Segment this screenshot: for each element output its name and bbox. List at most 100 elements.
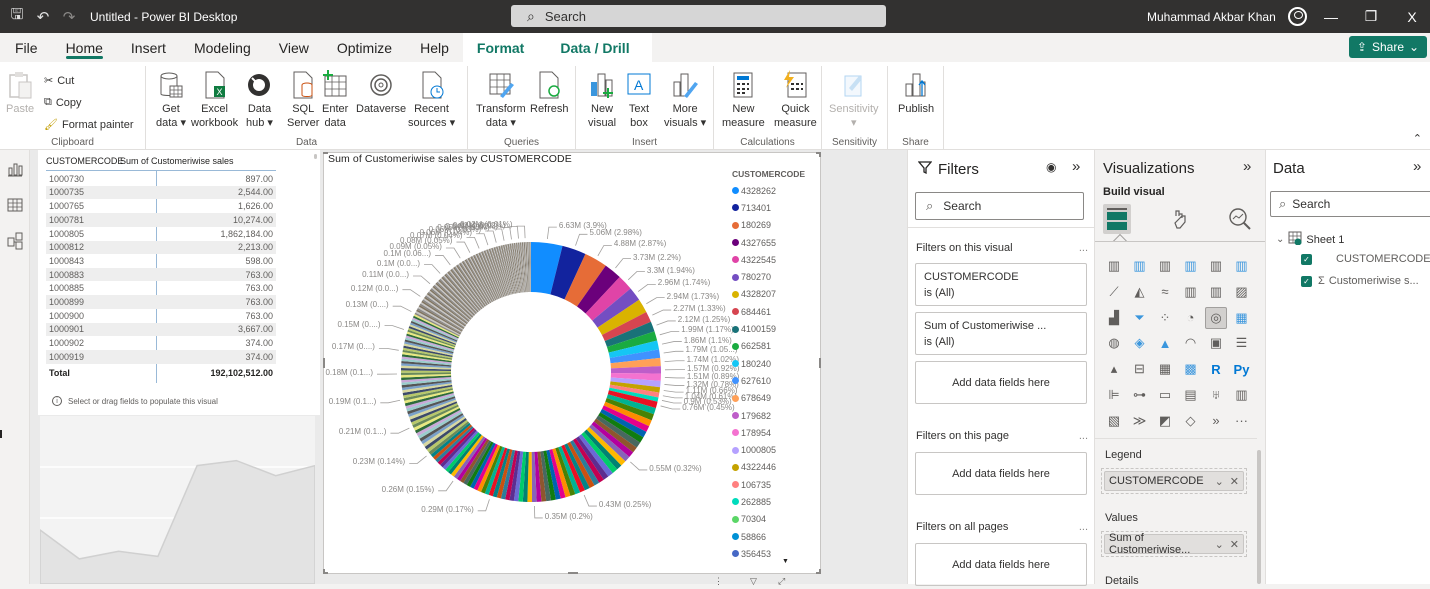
eye-icon[interactable]: ◉ bbox=[1046, 160, 1056, 174]
funnel-visual-icon[interactable]: ⏷ bbox=[1129, 307, 1151, 329]
legend-item[interactable]: 106735 bbox=[732, 476, 814, 493]
table-row[interactable]: 1000900763.00 bbox=[46, 309, 276, 323]
legend-item[interactable]: 180240 bbox=[732, 355, 814, 372]
ribbon-visual-icon[interactable]: ▨ bbox=[1231, 281, 1253, 303]
legend-scroll-down-icon[interactable]: ▼ bbox=[782, 558, 789, 565]
data-hub-button[interactable]: Datahub ▾ bbox=[246, 70, 273, 130]
legend-item[interactable]: 4322545 bbox=[732, 251, 814, 268]
tab-help[interactable]: Help bbox=[406, 33, 463, 62]
collapse-ribbon-icon[interactable]: ⌃ bbox=[1413, 132, 1422, 145]
transform-data-button[interactable]: Transformdata ▾ bbox=[476, 70, 526, 130]
slicer-visual-icon[interactable]: ⊟ bbox=[1129, 358, 1151, 380]
legend-item[interactable]: 70304 bbox=[732, 511, 814, 528]
gauge-visual-icon[interactable]: ◠ bbox=[1180, 332, 1202, 354]
report-view-icon[interactable] bbox=[6, 160, 24, 178]
column-header-customercode[interactable]: CUSTOMERCODE bbox=[46, 156, 120, 166]
legend-item[interactable]: 179682 bbox=[732, 407, 814, 424]
table-row[interactable]: 1000885763.00 bbox=[46, 282, 276, 296]
r-script-visual-icon[interactable]: R bbox=[1205, 358, 1227, 380]
tab-file[interactable]: File bbox=[0, 33, 52, 62]
resize-handle[interactable] bbox=[816, 152, 821, 157]
scatter-visual-icon[interactable]: ⁘ bbox=[1154, 307, 1176, 329]
table-row[interactable]: 1000902374.00 bbox=[46, 336, 276, 350]
line-visual-icon[interactable]: ⟋ bbox=[1103, 281, 1125, 303]
more-options-button[interactable]: ... bbox=[1079, 521, 1088, 533]
qa-visual-icon[interactable]: ▭ bbox=[1154, 384, 1176, 406]
share-button[interactable]: ⇪ Share ⌄ bbox=[1349, 36, 1427, 58]
copy-button[interactable]: ⧉Copy bbox=[44, 96, 82, 109]
refresh-button[interactable]: Refresh bbox=[530, 70, 569, 116]
values-field-pill[interactable]: Sum of Customeriwise...⌄✕ bbox=[1104, 534, 1244, 554]
save-icon[interactable]: 🖫 bbox=[4, 0, 30, 33]
focus-mode-icon[interactable]: ⤢ bbox=[778, 576, 785, 587]
paste-button[interactable]: Paste bbox=[6, 70, 34, 116]
table-row[interactable]: 10008122,213.00 bbox=[46, 241, 276, 255]
table-row[interactable]: 1000899763.00 bbox=[46, 295, 276, 309]
donut-chart-visual[interactable]: Sum of Customeriwise sales by CUSTOMERCO… bbox=[323, 152, 821, 574]
smart-narrative-visual-icon[interactable]: ▤ bbox=[1180, 384, 1202, 406]
analytics-tab-icon[interactable] bbox=[1228, 207, 1252, 236]
tab-insert[interactable]: Insert bbox=[117, 33, 180, 62]
power-apps-2-visual-icon[interactable]: ◇ bbox=[1180, 410, 1202, 432]
legend-item[interactable]: 627610 bbox=[732, 372, 814, 389]
publish-button[interactable]: Publish bbox=[898, 70, 934, 116]
key-influencers-visual-icon[interactable]: ⊫ bbox=[1103, 384, 1125, 406]
collapse-filters-icon[interactable]: » bbox=[1072, 158, 1080, 175]
table-visual[interactable]: CUSTOMERCODE Sum of Customeriwise sales … bbox=[38, 150, 320, 415]
goals-visual-icon[interactable]: ♅ bbox=[1205, 384, 1227, 406]
restore-button[interactable]: ❐ bbox=[1356, 0, 1386, 33]
sql-server-button[interactable]: SQLServer bbox=[287, 70, 319, 130]
more-options-button[interactable]: ... bbox=[1079, 430, 1088, 442]
multi-row-card-visual-icon[interactable]: ☰ bbox=[1231, 332, 1253, 354]
decomposition-tree-visual-icon[interactable]: ⊶ bbox=[1129, 384, 1151, 406]
excel-workbook-button[interactable]: X Excelworkbook bbox=[191, 70, 238, 130]
line-clustered-column-visual-icon[interactable]: ▥ bbox=[1205, 281, 1227, 303]
power-automate-visual-icon[interactable]: ≫ bbox=[1129, 410, 1151, 432]
donut-visual-icon[interactable]: ◎ bbox=[1205, 307, 1227, 329]
collapse-data-icon[interactable]: » bbox=[1413, 158, 1421, 175]
filters-search-input[interactable]: ⌕ Search bbox=[915, 192, 1084, 220]
100-stacked-column-visual-icon[interactable]: ▥ bbox=[1231, 255, 1253, 277]
clustered-column-visual-icon[interactable]: ▥ bbox=[1180, 255, 1202, 277]
placeholder-area-visual[interactable] bbox=[40, 416, 315, 584]
legend-item[interactable]: 4327655 bbox=[732, 234, 814, 251]
build-visual-tab[interactable] bbox=[1103, 204, 1131, 234]
filled-map-visual-icon[interactable]: ◈ bbox=[1129, 332, 1151, 354]
table-visual-icon[interactable]: ▦ bbox=[1154, 358, 1176, 380]
values-well[interactable]: Sum of Customeriwise...⌄✕ bbox=[1101, 531, 1247, 557]
filter-card-customercode[interactable]: CUSTOMERCODE is (All) bbox=[915, 263, 1087, 306]
table-row[interactable]: 1000919374.00 bbox=[46, 350, 276, 364]
enter-data-button[interactable]: Enterdata bbox=[322, 70, 348, 130]
get-data-button[interactable]: Getdata ▾ bbox=[156, 70, 186, 130]
checkbox-checked-icon[interactable]: ✓ bbox=[1301, 276, 1312, 287]
checkbox-checked-icon[interactable]: ✓ bbox=[1301, 254, 1312, 265]
100-stacked-bar-visual-icon[interactable]: ▥ bbox=[1205, 255, 1227, 277]
legend-item[interactable]: 1000805 bbox=[732, 441, 814, 458]
table-row[interactable]: 1000843598.00 bbox=[46, 254, 276, 268]
legend-item[interactable]: 262885 bbox=[732, 493, 814, 510]
new-visual-button[interactable]: Newvisual bbox=[588, 70, 616, 130]
user-account[interactable]: Muhammad Akbar Khan bbox=[1147, 0, 1307, 33]
legend-item[interactable]: 678649 bbox=[732, 390, 814, 407]
legend-item[interactable]: 4328207 bbox=[732, 286, 814, 303]
field-customercode[interactable]: ✓ CUSTOMERCODE bbox=[1301, 253, 1430, 265]
remove-field-icon[interactable]: ✕ bbox=[1230, 538, 1239, 551]
cut-button[interactable]: ✂Cut bbox=[44, 74, 74, 87]
field-customeriwise-sales[interactable]: ✓ Σ Customeriwise s... bbox=[1301, 275, 1419, 287]
stacked-column-visual-icon[interactable]: ▥ bbox=[1129, 255, 1151, 277]
table-row[interactable]: 1000883763.00 bbox=[46, 268, 276, 282]
model-view-icon[interactable] bbox=[6, 232, 24, 250]
tab-view[interactable]: View bbox=[265, 33, 323, 62]
more-visual-icon[interactable]: ··· bbox=[1231, 410, 1253, 432]
matrix-visual-icon[interactable]: ▩ bbox=[1180, 358, 1202, 380]
wells-scrollbar[interactable] bbox=[1257, 450, 1261, 584]
column-header-sales[interactable]: Sum of Customeriwise sales bbox=[120, 156, 234, 166]
tab-home[interactable]: Home bbox=[52, 33, 117, 62]
table-row[interactable]: 10007651,626.00 bbox=[46, 199, 276, 213]
legend-item[interactable]: 4322446 bbox=[732, 459, 814, 476]
minimize-button[interactable]: — bbox=[1316, 0, 1346, 33]
tab-modeling[interactable]: Modeling bbox=[180, 33, 265, 62]
chevron-down-icon[interactable]: ⌄ bbox=[1276, 234, 1284, 245]
pie-visual-icon[interactable]: ◔ bbox=[1180, 307, 1202, 329]
format-visual-tab-icon[interactable] bbox=[1170, 208, 1192, 235]
